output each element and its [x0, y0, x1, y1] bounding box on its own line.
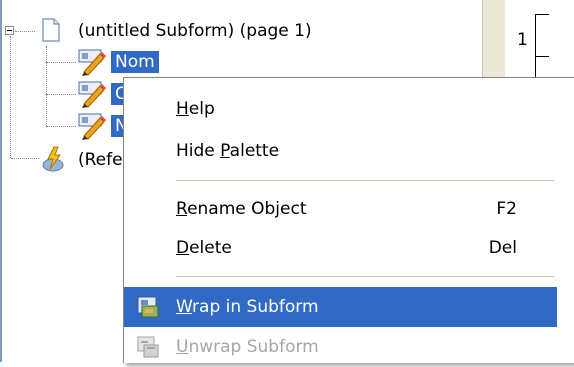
tree-node-field[interactable]: Nom	[111, 51, 159, 73]
tree-guide-line	[15, 31, 35, 32]
unwrap-subform-icon	[137, 336, 159, 358]
menu-item-label: Delete	[176, 238, 232, 258]
tree-guide-line	[10, 36, 11, 158]
wrap-subform-icon	[137, 296, 159, 318]
menu-item-unwrap-subform[interactable]: Unwrap Subform	[124, 327, 557, 367]
menu-item-wrap-in-subform[interactable]: Wrap in Subform	[124, 287, 557, 327]
tree-guide-line	[46, 46, 47, 126]
menu-item-hide-palette[interactable]: Hide Palette	[124, 131, 557, 171]
context-menu: Help Hide Palette Rename Object F2 Delet…	[123, 77, 574, 363]
text-field-icon	[78, 81, 106, 108]
script-object-icon	[42, 146, 64, 172]
menu-item-label: Wrap in Subform	[176, 297, 319, 317]
ruler-tick	[535, 14, 549, 15]
menu-shortcut: Del	[488, 238, 517, 258]
text-field-icon	[78, 113, 106, 140]
tree-guide-line	[46, 126, 76, 127]
menu-item-help[interactable]: Help	[124, 89, 557, 129]
menu-item-label: Hide Palette	[176, 141, 280, 161]
text-field-icon	[78, 49, 106, 76]
menu-separator	[176, 180, 554, 181]
tree-node-root[interactable]: (untitled Subform) (page 1)	[78, 20, 312, 42]
tree-guide-line	[11, 158, 39, 159]
collapse-toggle-icon[interactable]	[5, 26, 14, 35]
menu-shortcut: F2	[496, 199, 517, 219]
menu-item-label: Rename Object	[176, 199, 307, 219]
tree-guide-line	[46, 94, 76, 95]
ruler-tick	[535, 56, 549, 57]
ruler-number: 1	[517, 30, 528, 50]
menu-item-delete[interactable]: Delete Del	[124, 228, 557, 268]
menu-item-rename-object[interactable]: Rename Object F2	[124, 189, 557, 229]
menu-item-label: Help	[176, 99, 215, 119]
page-icon	[42, 18, 60, 42]
tree-node-reference[interactable]: (Refe	[78, 149, 123, 171]
menu-separator	[176, 276, 554, 277]
tree-guide-line	[46, 62, 76, 63]
menu-item-label: Unwrap Subform	[176, 337, 319, 357]
